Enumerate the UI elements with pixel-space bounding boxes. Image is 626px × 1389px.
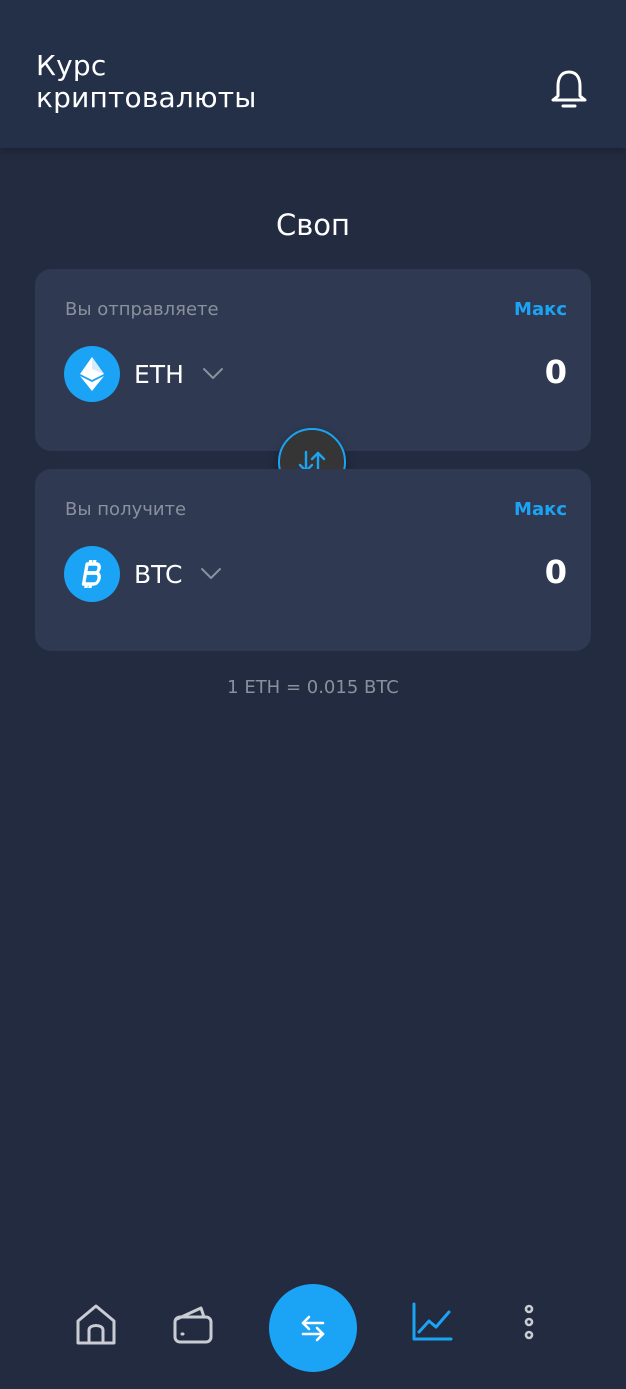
ethereum-icon [64, 346, 120, 402]
send-coin-ticker: ETH [134, 359, 184, 389]
chevron-down-icon [201, 568, 222, 579]
more-vertical-icon [524, 1304, 534, 1340]
nav-home[interactable] [74, 1302, 118, 1346]
page-title: Своп [275, 208, 351, 242]
send-max-button[interactable]: Макс [514, 299, 567, 320]
nav-wallet[interactable] [172, 1305, 214, 1345]
nav-swap[interactable] [269, 1284, 357, 1372]
home-icon [76, 1304, 116, 1345]
receive-max-button[interactable]: Макс [514, 499, 567, 520]
exchange-rate: 1 ETH = 0.015 BTC [227, 677, 399, 698]
nav-chart[interactable] [411, 1302, 453, 1342]
chart-icon [412, 1302, 453, 1341]
send-coin-select[interactable]: ETH [64, 346, 224, 402]
receive-coin-select[interactable]: BTC [64, 546, 222, 602]
receive-coin-ticker: BTC [134, 559, 183, 589]
bitcoin-icon [64, 546, 120, 602]
wallet-icon [173, 1306, 213, 1344]
app-title: Курс криптовалюты [36, 49, 257, 114]
send-label: Вы отправляете [65, 299, 219, 320]
send-amount[interactable]: 0 [545, 353, 567, 391]
receive-amount: 0 [544, 553, 567, 591]
nav-more[interactable] [518, 1304, 540, 1340]
receive-label: Вы получите [65, 499, 187, 520]
chevron-down-icon [202, 368, 223, 379]
receive-card: Вы получите Макс BTC 0 [35, 469, 591, 651]
swap-horizontal-icon [301, 1315, 325, 1342]
app-header: Курс криптовалюты [0, 0, 626, 148]
bell-icon[interactable] [548, 68, 590, 110]
send-card: Вы отправляете Макс ETH 0 [35, 269, 591, 451]
